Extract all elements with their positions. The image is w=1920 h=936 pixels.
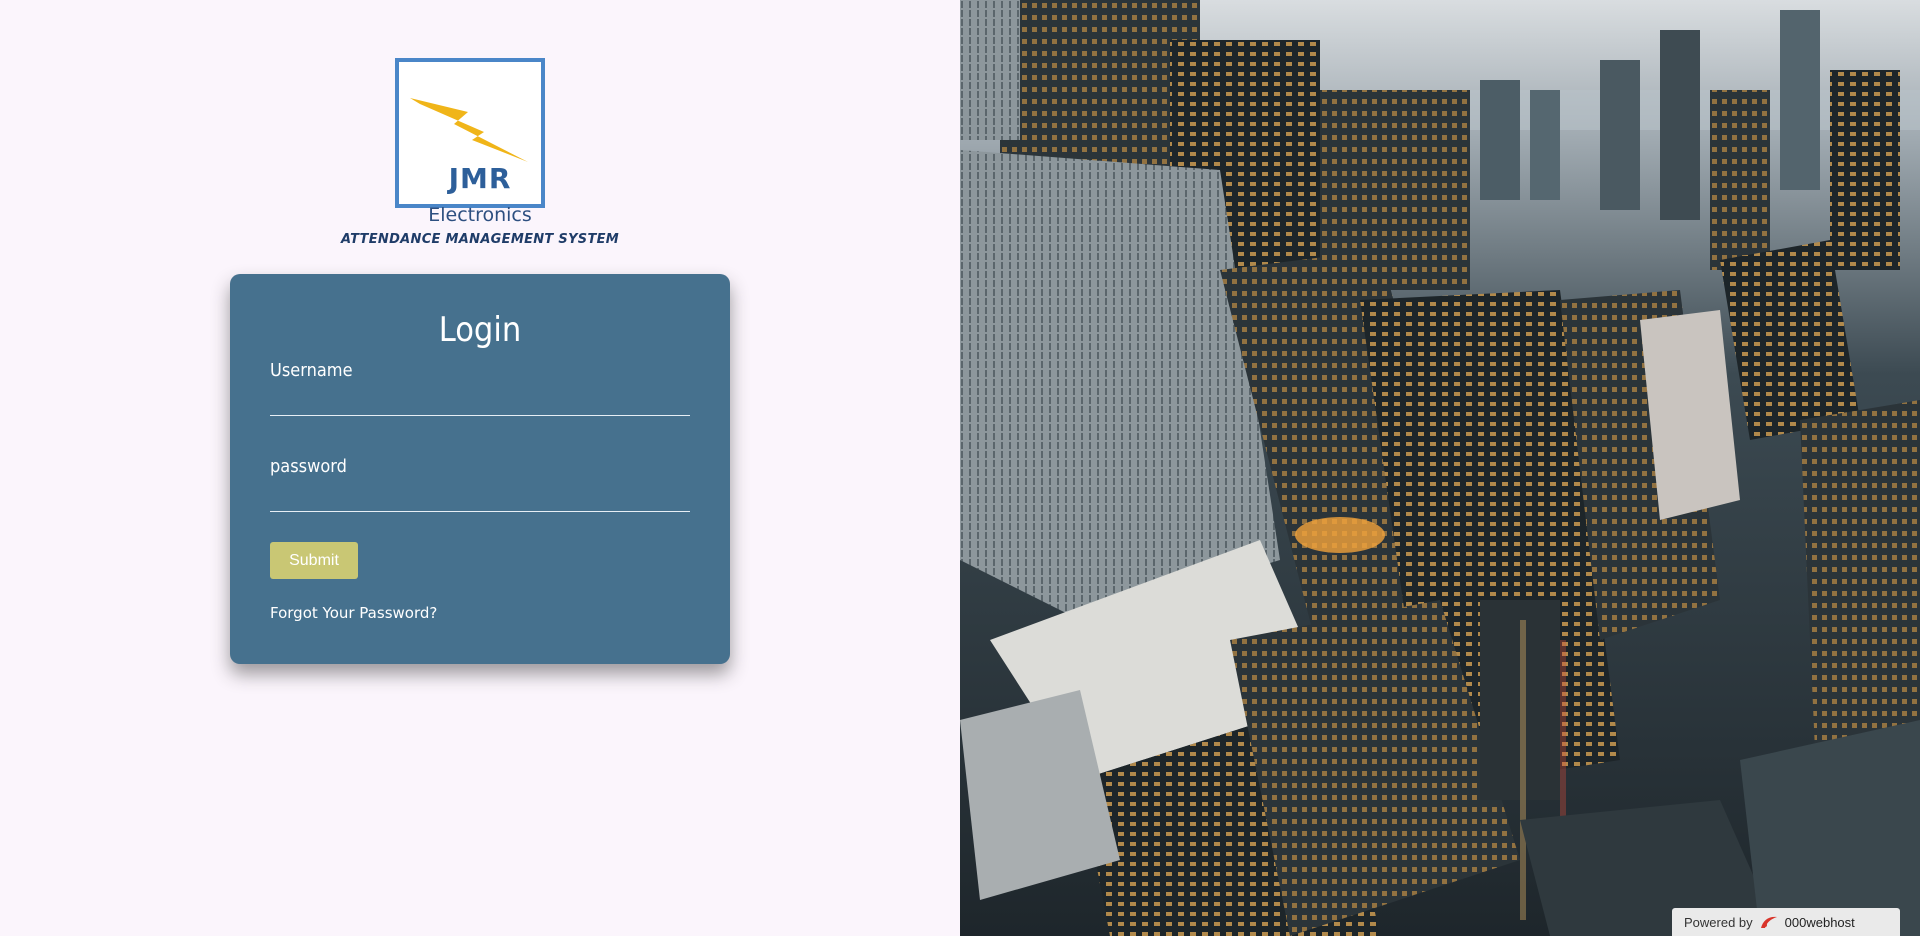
logo-brand-text: JMR: [448, 162, 512, 195]
left-pane: JMR Electronics ATTENDANCE MANAGEMENT SY…: [0, 0, 960, 936]
city-skyline-illustration: [960, 0, 1920, 936]
forgot-password-link[interactable]: Forgot Your Password?: [270, 604, 437, 622]
logo-subbrand-text: Electronics: [428, 204, 532, 226]
username-label: Username: [270, 360, 353, 381]
submit-button[interactable]: Submit: [270, 542, 358, 579]
host-name-label: 000webhost: [1784, 914, 1855, 930]
password-input[interactable]: [270, 484, 690, 512]
webhost-logo-icon: [1760, 916, 1777, 928]
logo-tagline: ATTENDANCE MANAGEMENT SYSTEM: [340, 232, 620, 247]
powered-by-badge[interactable]: Powered by 000webhost: [1672, 908, 1900, 936]
city-background-image: Powered by 000webhost: [960, 0, 1920, 936]
powered-by-label: Powered by: [1684, 914, 1753, 930]
login-card: Login Username password Submit Forgot Yo…: [230, 274, 730, 664]
login-title: Login: [438, 310, 522, 350]
username-input[interactable]: [270, 388, 690, 416]
company-logo: JMR Electronics ATTENDANCE MANAGEMENT SY…: [340, 54, 620, 254]
password-label: password: [270, 456, 347, 477]
